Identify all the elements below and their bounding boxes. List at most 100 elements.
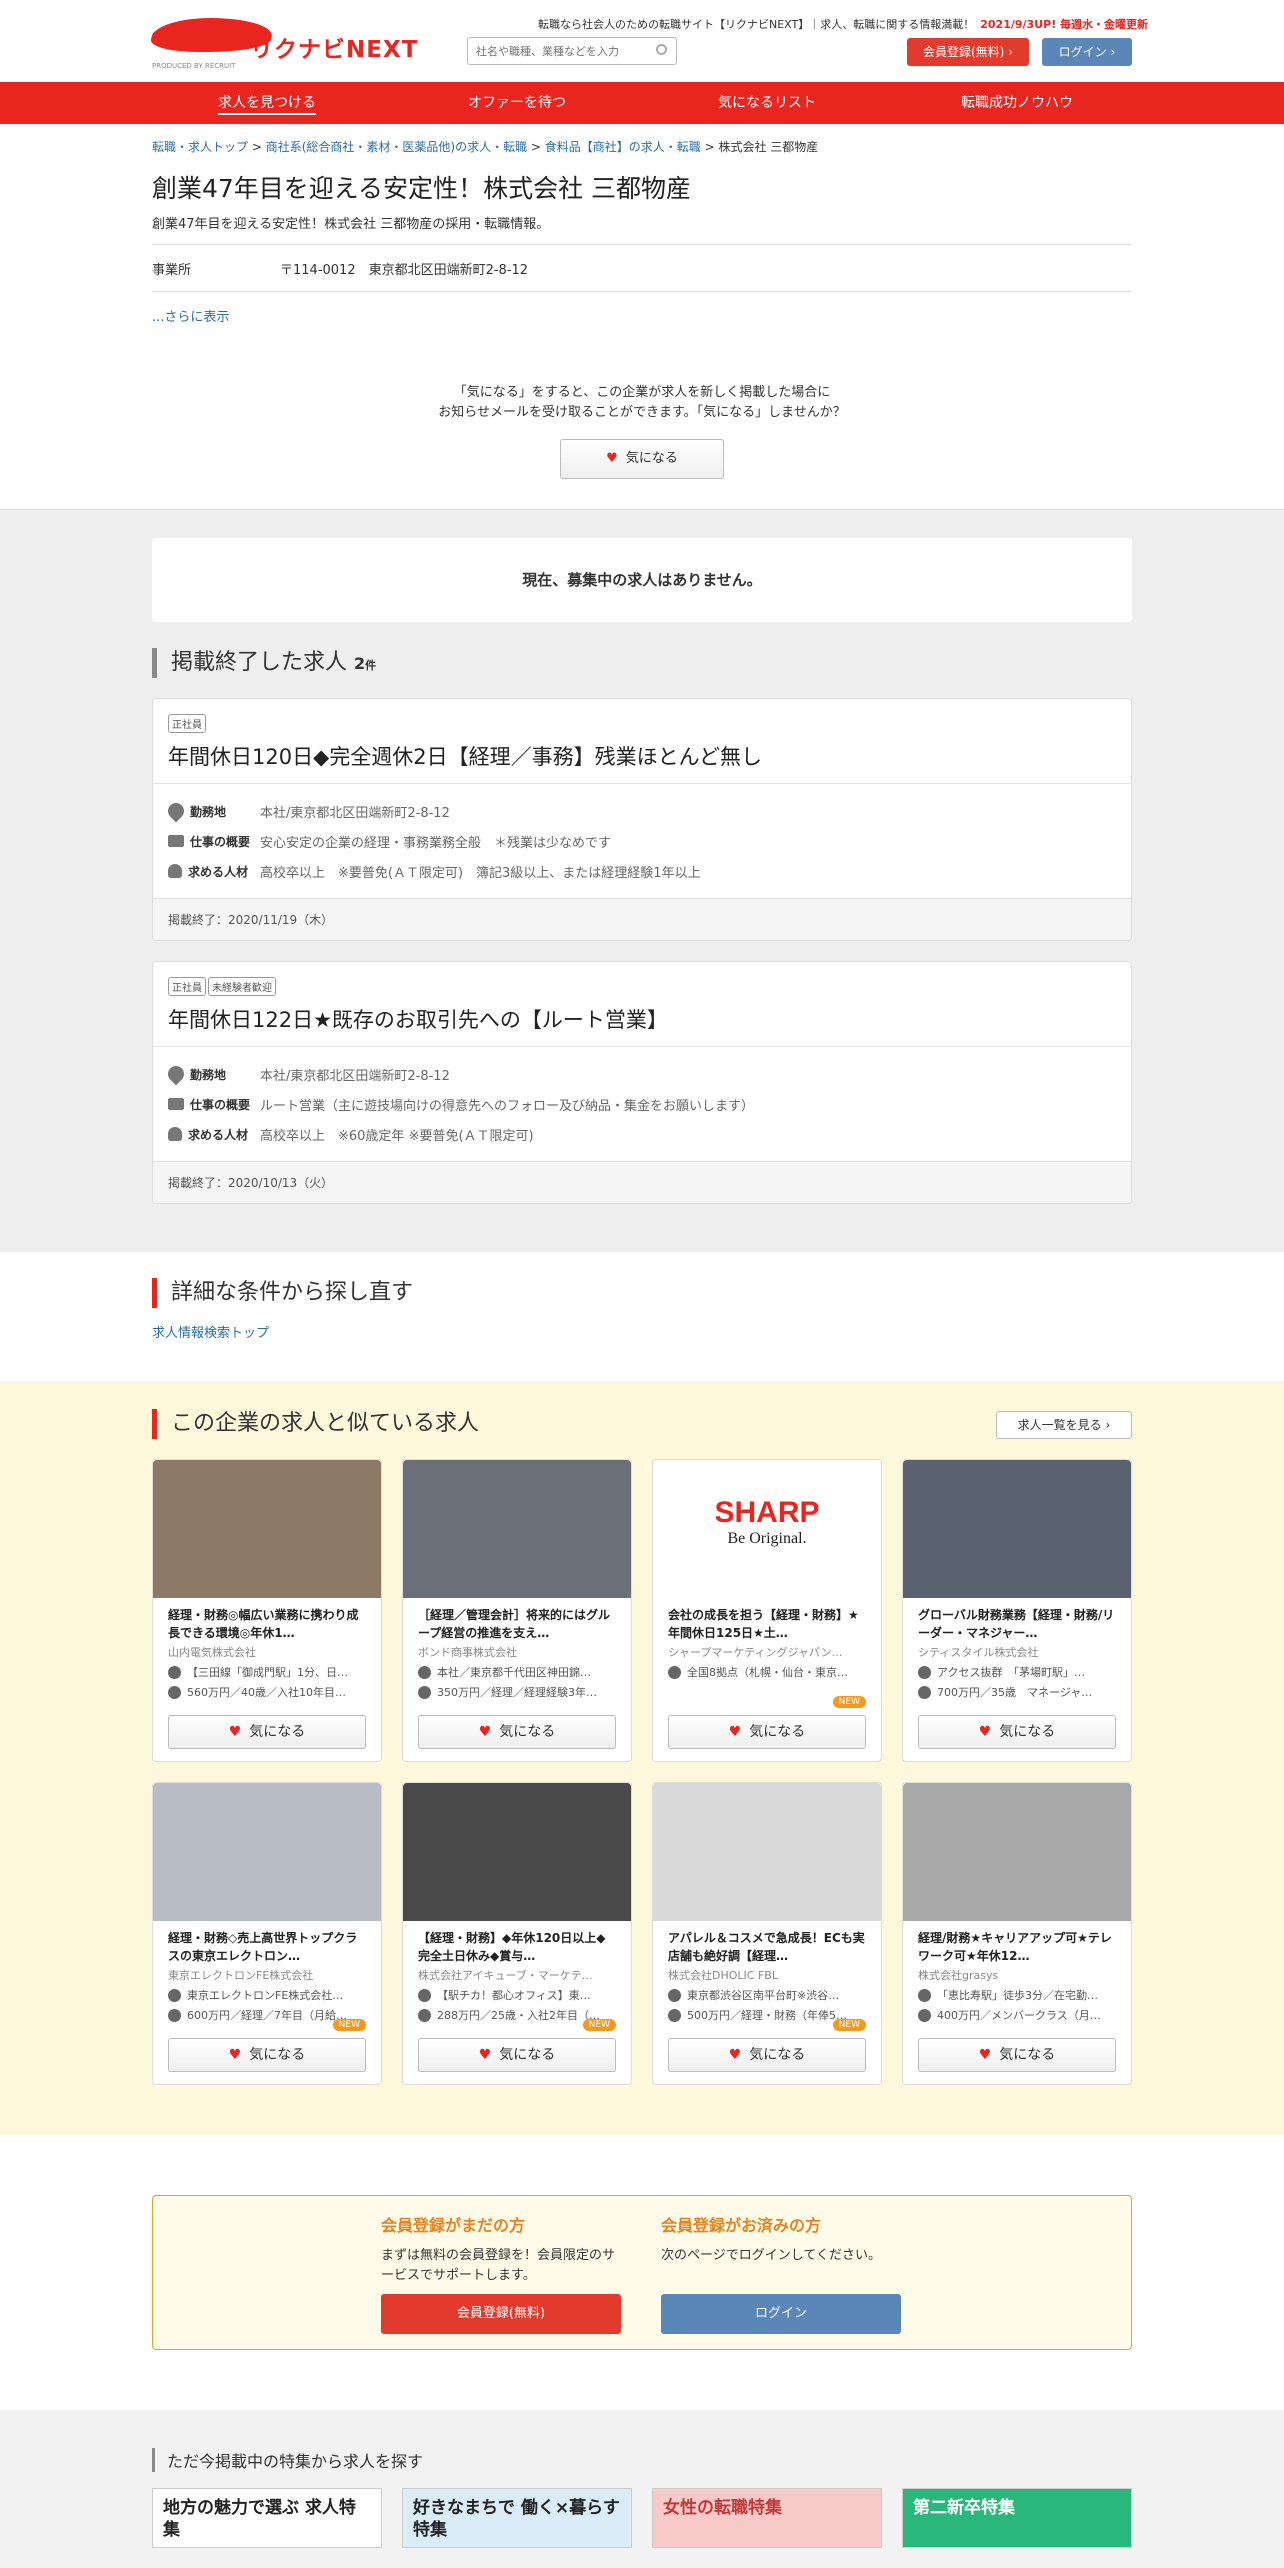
- ended-job-card[interactable]: 正社員 未経験者歓迎 年間休日122日★既存のお取引先への【ルート営業】 勤務地本…: [152, 961, 1132, 1204]
- similar-job-location: アクセス抜群 「茅場町駅」…: [903, 1660, 1131, 1680]
- banner-town[interactable]: 好きなまちで 働く×暮らす特集: [402, 2488, 632, 2548]
- search-input[interactable]: [467, 37, 677, 65]
- similar-job-salary: 400万円／メンバークラス（月…: [903, 2003, 1131, 2023]
- heart-icon: ♥: [478, 2047, 492, 2063]
- job-photo[interactable]: [153, 1783, 381, 1921]
- location-pin-icon: [168, 1665, 181, 1679]
- similar-fav-button[interactable]: ♥ 気になる: [668, 2038, 866, 2072]
- job-requirements: 高校卒以上 ※60歳定年 ※要普免(ＡＴ限定可): [260, 1128, 534, 1144]
- new-member-text: まずは無料の会員登録を！会員限定のサービスでサポートします。: [381, 2248, 616, 2283]
- similar-job-title[interactable]: 経理・財務◇売上高世界トップクラスの東京エレクトロン…: [153, 1921, 381, 1965]
- ended-heading: 掲載終了した求人 2件: [152, 648, 1132, 678]
- similar-fav-button[interactable]: ♥ 気になる: [418, 2038, 616, 2072]
- jobs-section: 現在、募集中の求人はありません。 掲載終了した求人 2件 正社員 年間休日120…: [0, 509, 1284, 1252]
- similar-job-title[interactable]: 会社の成長を担う【経理・財務】★年間休日125日★土…: [653, 1598, 881, 1642]
- similar-job-title[interactable]: アパレル＆コスメで急成長！ECも実店舗も絶好調【経理…: [653, 1921, 881, 1965]
- similar-fav-button[interactable]: ♥ 気になる: [418, 1715, 616, 1749]
- briefcase-icon: [168, 835, 184, 847]
- similar-job-card[interactable]: SHARP Be Original. 会社の成長を担う【経理・財務】★年間休日125…: [652, 1459, 882, 1762]
- job-title[interactable]: 年間休日120日◆完全週休2日【経理／事務】残業ほとんど無し: [168, 741, 1116, 771]
- similar-job-title[interactable]: 【経理・財務】◆年休120日以上◆完全土日休み◆賞与…: [403, 1921, 631, 1965]
- location-pin-icon: [668, 1665, 681, 1679]
- nav-offers[interactable]: オファーを待つ: [392, 82, 642, 124]
- member-login-button[interactable]: ログイン: [661, 2294, 901, 2334]
- nav-find-jobs[interactable]: 求人を見つける: [142, 82, 392, 124]
- yen-icon: [418, 1685, 431, 1699]
- similar-job-card[interactable]: 【経理・財務】◆年休120日以上◆完全土日休み◆賞与… 株式会社アイキューブ・マー…: [402, 1782, 632, 2085]
- breadcrumb-current: 株式会社 三都物産: [718, 140, 819, 154]
- ended-job-card[interactable]: 正社員 年間休日120日◆完全週休2日【経理／事務】残業ほとんど無し 勤務地 本社…: [152, 698, 1132, 941]
- member-register-button[interactable]: 会員登録(無料): [381, 2294, 621, 2334]
- location-pin-icon: [918, 1988, 931, 2002]
- job-photo[interactable]: [403, 1783, 631, 1921]
- similar-job-company: シャープマーケティングジャパン…: [668, 1646, 843, 1659]
- location-pin-icon: [668, 1988, 681, 2002]
- similar-heading: この企業の求人と似ている求人: [152, 1409, 1132, 1439]
- breadcrumb-food[interactable]: 食料品【商社】の求人・転職: [545, 140, 701, 154]
- similar-fav-button[interactable]: ♥ 気になる: [668, 1715, 866, 1749]
- search-icon[interactable]: [656, 44, 667, 55]
- heart-icon: ♥: [728, 2047, 742, 2063]
- register-button[interactable]: 会員登録(無料) ›: [907, 38, 1029, 66]
- similar-job-location: 「恵比寿駅」徒歩3分／在宅勤…: [903, 1983, 1131, 2003]
- similar-job-card[interactable]: 経理・財務◇売上高世界トップクラスの東京エレクトロン… 東京エレクトロンFE株式会…: [152, 1782, 382, 2085]
- similar-job-company: シティスタイル株式会社: [918, 1646, 1039, 1659]
- job-photo[interactable]: [403, 1460, 631, 1598]
- similar-section: この企業の求人と似ている求人 求人一覧を見る › 経理・財務◎幅広い業務に携わり…: [0, 1381, 1284, 2135]
- features-section: ただ今掲載中の特集から求人を探す 地方の魅力で選ぶ 求人特集 好きなまちで 働く…: [0, 2410, 1284, 2568]
- login-button[interactable]: ログイン ›: [1042, 38, 1132, 66]
- site-tagline: 転職なら社会人のための転職サイト【リクナビNEXT】｜求人、転職に関する情報満載…: [538, 18, 1149, 31]
- company-fav-button[interactable]: ♥ 気になる: [560, 439, 724, 479]
- page-title: 創業47年目を迎える安定性！株式会社 三都物産: [152, 174, 692, 203]
- job-list-button[interactable]: 求人一覧を見る ›: [996, 1411, 1132, 1439]
- person-icon: [168, 864, 182, 878]
- job-end-date: 掲載終了：2020/10/13（火）: [153, 1161, 1131, 1203]
- location-pin-icon: [918, 1665, 931, 1679]
- similar-job-location: 全国8拠点（札幌・仙台・東京…: [653, 1660, 881, 1680]
- similar-job-company: 株式会社DHOLIC FBL: [668, 1969, 778, 1982]
- banner-women[interactable]: 女性の転職特集: [652, 2488, 882, 2548]
- similar-job-title[interactable]: 経理・財務◎幅広い業務に携わり成長できる環境◎年休1…: [153, 1598, 381, 1642]
- breadcrumb: 転職・求人トップ > 商社系(総合商社・素材・医薬品他)の求人・転職 > 食料品…: [152, 140, 819, 154]
- breadcrumb-trading[interactable]: 商社系(総合商社・素材・医薬品他)の求人・転職: [266, 140, 527, 154]
- job-summary: 安心安定の企業の経理・事務業務全般 ＊残業は少なめです: [260, 835, 612, 851]
- rikunabi-next-logo[interactable]: リクナビNEXT PRODUCED BY RECRUIT: [148, 14, 417, 72]
- banner-second-grad[interactable]: 第二新卒特集: [902, 2488, 1132, 2548]
- heart-icon: ♥: [978, 2047, 992, 2063]
- heart-icon: ♥: [606, 451, 618, 466]
- nav-knowhow[interactable]: 転職成功ノウハウ: [892, 82, 1142, 124]
- similar-job-card[interactable]: 経理/財務★キャリアアップ可★テレワーク可★年休12… 株式会社grasys 「恵比…: [902, 1782, 1132, 2085]
- features-heading: ただ今掲載中の特集から求人を探す: [152, 2448, 1132, 2472]
- similar-job-card[interactable]: グローバル財務業務【経理・財務/リーダー・マネジャー… シティスタイル株式会社 アク…: [902, 1459, 1132, 1762]
- job-title[interactable]: 年間休日122日★既存のお取引先への【ルート営業】: [168, 1004, 1116, 1034]
- similar-job-title[interactable]: ［経理／管理会計］将来的にはグループ経営の推進を支え…: [403, 1598, 631, 1642]
- job-photo[interactable]: [903, 1783, 1131, 1921]
- new-badge: NEW: [832, 1696, 866, 1708]
- similar-job-title[interactable]: グローバル財務業務【経理・財務/リーダー・マネジャー…: [903, 1598, 1131, 1642]
- similar-job-card[interactable]: 経理・財務◎幅広い業務に携わり成長できる環境◎年休1… 山内電気株式会社 【三田線「…: [152, 1459, 382, 1762]
- similar-fav-button[interactable]: ♥ 気になる: [918, 1715, 1116, 1749]
- job-photo[interactable]: [903, 1460, 1131, 1598]
- briefcase-icon: [168, 1098, 184, 1110]
- similar-fav-button[interactable]: ♥ 気になる: [918, 2038, 1116, 2072]
- similar-job-card[interactable]: アパレル＆コスメで急成長！ECも実店舗も絶好調【経理… 株式会社DHOLIC FB…: [652, 1782, 882, 2085]
- similar-fav-button[interactable]: ♥ 気になる: [168, 2038, 366, 2072]
- logo-text: リクナビNEXT: [250, 37, 419, 63]
- new-badge: NEW: [332, 2019, 366, 2031]
- search-top-link[interactable]: 求人情報検索トップ: [152, 1322, 1132, 1341]
- banner-local[interactable]: 地方の魅力で選ぶ 求人特集: [152, 2488, 382, 2548]
- breadcrumb-top[interactable]: 転職・求人トップ: [152, 140, 248, 154]
- similar-fav-button[interactable]: ♥ 気になる: [168, 1715, 366, 1749]
- job-photo[interactable]: SHARP Be Original.: [653, 1460, 881, 1598]
- similar-job-location: 東京エレクトロンFE株式会社…: [153, 1983, 381, 2003]
- job-tag: 正社員: [168, 977, 206, 996]
- similar-job-company: 株式会社grasys: [918, 1969, 999, 1982]
- job-photo[interactable]: [653, 1783, 881, 1921]
- nav-favorites[interactable]: 気になるリスト: [642, 82, 892, 124]
- show-more-link[interactable]: ...さらに表示: [152, 306, 1132, 325]
- similar-job-title[interactable]: 経理/財務★キャリアアップ可★テレワーク可★年休12…: [903, 1921, 1131, 1965]
- similar-job-location: 東京都渋谷区南平台町※渋谷…: [653, 1983, 881, 2003]
- similar-job-company: ボンド商事株式会社: [418, 1646, 517, 1659]
- similar-job-card[interactable]: ［経理／管理会計］将来的にはグループ経営の推進を支え… ボンド商事株式会社 本社／東…: [402, 1459, 632, 1762]
- job-photo[interactable]: [153, 1460, 381, 1598]
